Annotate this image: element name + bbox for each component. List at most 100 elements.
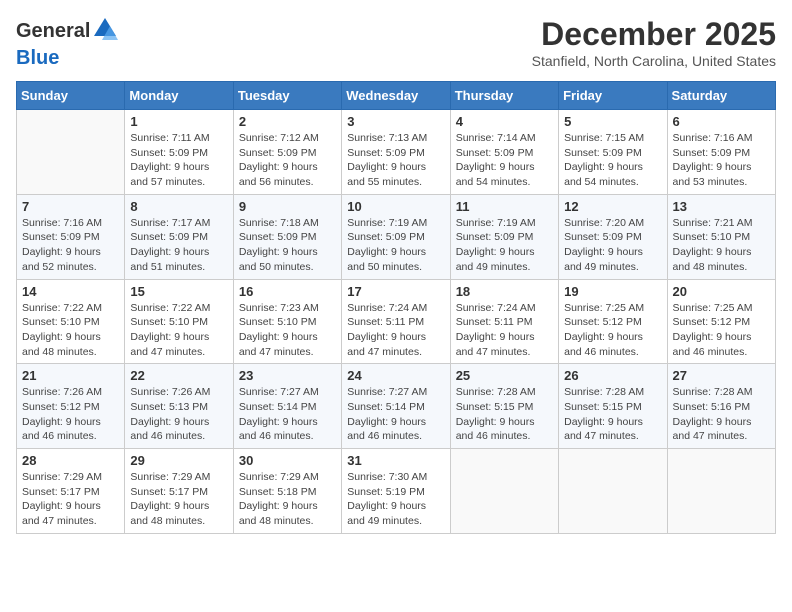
month-title: December 2025 (532, 16, 776, 53)
day-info: Sunrise: 7:23 AM Sunset: 5:10 PM Dayligh… (239, 301, 336, 360)
calendar-week-row: 28 Sunrise: 7:29 AM Sunset: 5:17 PM Dayli… (17, 449, 776, 534)
day-info: Sunrise: 7:18 AM Sunset: 5:09 PM Dayligh… (239, 216, 336, 275)
day-number: 5 (564, 114, 661, 129)
day-info: Sunrise: 7:29 AM Sunset: 5:18 PM Dayligh… (239, 470, 336, 529)
day-number: 11 (456, 199, 553, 214)
day-info: Sunrise: 7:22 AM Sunset: 5:10 PM Dayligh… (130, 301, 227, 360)
day-info: Sunrise: 7:15 AM Sunset: 5:09 PM Dayligh… (564, 131, 661, 190)
calendar-cell: 13 Sunrise: 7:21 AM Sunset: 5:10 PM Dayli… (667, 194, 775, 279)
title-block: December 2025 Stanfield, North Carolina,… (532, 16, 776, 69)
day-number: 22 (130, 368, 227, 383)
day-info: Sunrise: 7:19 AM Sunset: 5:09 PM Dayligh… (456, 216, 553, 275)
calendar-cell: 1Sunrise: 7:11 AM Sunset: 5:09 PM Daylig… (125, 110, 233, 195)
day-info: Sunrise: 7:28 AM Sunset: 5:15 PM Dayligh… (564, 385, 661, 444)
day-number: 20 (673, 284, 770, 299)
day-info: Sunrise: 7:24 AM Sunset: 5:11 PM Dayligh… (347, 301, 444, 360)
page-header: General Blue December 2025 Stanfield, No… (16, 16, 776, 69)
day-number: 25 (456, 368, 553, 383)
weekday-header: Friday (559, 82, 667, 110)
day-info: Sunrise: 7:25 AM Sunset: 5:12 PM Dayligh… (564, 301, 661, 360)
location: Stanfield, North Carolina, United States (532, 53, 776, 69)
day-number: 7 (22, 199, 119, 214)
logo-icon (92, 16, 118, 42)
calendar-cell: 19 Sunrise: 7:25 AM Sunset: 5:12 PM Dayli… (559, 279, 667, 364)
day-number: 16 (239, 284, 336, 299)
calendar-cell: 21Sunrise: 7:26 AM Sunset: 5:12 PM Dayli… (17, 364, 125, 449)
calendar-cell: 23 Sunrise: 7:27 AM Sunset: 5:14 PM Dayli… (233, 364, 341, 449)
calendar-cell: 10 Sunrise: 7:19 AM Sunset: 5:09 PM Dayli… (342, 194, 450, 279)
day-info: Sunrise: 7:28 AM Sunset: 5:16 PM Dayligh… (673, 385, 770, 444)
day-number: 30 (239, 453, 336, 468)
day-number: 23 (239, 368, 336, 383)
day-number: 4 (456, 114, 553, 129)
calendar-cell (559, 449, 667, 534)
calendar-cell: 26 Sunrise: 7:28 AM Sunset: 5:15 PM Dayli… (559, 364, 667, 449)
calendar-cell: 14Sunrise: 7:22 AM Sunset: 5:10 PM Dayli… (17, 279, 125, 364)
calendar-cell: 6 Sunrise: 7:16 AM Sunset: 5:09 PM Daylig… (667, 110, 775, 195)
calendar-cell: 8Sunrise: 7:17 AM Sunset: 5:09 PM Daylig… (125, 194, 233, 279)
day-info: Sunrise: 7:26 AM Sunset: 5:13 PM Dayligh… (130, 385, 227, 444)
day-number: 12 (564, 199, 661, 214)
day-number: 19 (564, 284, 661, 299)
weekday-header: Sunday (17, 82, 125, 110)
day-number: 14 (22, 284, 119, 299)
logo-general: General (16, 20, 90, 42)
logo: General Blue (16, 16, 118, 69)
day-number: 17 (347, 284, 444, 299)
day-info: Sunrise: 7:27 AM Sunset: 5:14 PM Dayligh… (347, 385, 444, 444)
day-info: Sunrise: 7:27 AM Sunset: 5:14 PM Dayligh… (239, 385, 336, 444)
weekday-header: Wednesday (342, 82, 450, 110)
calendar-cell: 2Sunrise: 7:12 AM Sunset: 5:09 PM Daylig… (233, 110, 341, 195)
calendar-cell: 27 Sunrise: 7:28 AM Sunset: 5:16 PM Dayli… (667, 364, 775, 449)
calendar-cell: 17 Sunrise: 7:24 AM Sunset: 5:11 PM Dayli… (342, 279, 450, 364)
day-number: 31 (347, 453, 444, 468)
calendar-cell (17, 110, 125, 195)
calendar-cell: 28 Sunrise: 7:29 AM Sunset: 5:17 PM Dayli… (17, 449, 125, 534)
day-number: 28 (22, 453, 119, 468)
calendar-cell: 29 Sunrise: 7:29 AM Sunset: 5:17 PM Dayli… (125, 449, 233, 534)
day-number: 9 (239, 199, 336, 214)
day-info: Sunrise: 7:11 AM Sunset: 5:09 PM Dayligh… (130, 131, 227, 190)
logo-blue: Blue (16, 47, 59, 69)
calendar-cell: 12Sunrise: 7:20 AM Sunset: 5:09 PM Dayli… (559, 194, 667, 279)
day-number: 26 (564, 368, 661, 383)
weekday-header: Tuesday (233, 82, 341, 110)
calendar-cell: 24 Sunrise: 7:27 AM Sunset: 5:14 PM Dayli… (342, 364, 450, 449)
calendar-cell: 11 Sunrise: 7:19 AM Sunset: 5:09 PM Dayli… (450, 194, 558, 279)
day-number: 10 (347, 199, 444, 214)
day-number: 27 (673, 368, 770, 383)
weekday-header: Monday (125, 82, 233, 110)
calendar-cell: 16 Sunrise: 7:23 AM Sunset: 5:10 PM Dayli… (233, 279, 341, 364)
day-info: Sunrise: 7:29 AM Sunset: 5:17 PM Dayligh… (130, 470, 227, 529)
day-info: Sunrise: 7:28 AM Sunset: 5:15 PM Dayligh… (456, 385, 553, 444)
calendar-week-row: 14 Sunrise: 7:22 AM Sunset: 5:10 PM Dayli… (17, 279, 776, 364)
calendar-cell: 4 Sunrise: 7:14 AM Sunset: 5:09 PM Daylig… (450, 110, 558, 195)
weekday-header: Thursday (450, 82, 558, 110)
day-number: 8 (130, 199, 227, 214)
day-info: Sunrise: 7:13 AM Sunset: 5:09 PM Dayligh… (347, 131, 444, 190)
calendar-cell: 18 Sunrise: 7:24 AM Sunset: 5:11 PM Dayli… (450, 279, 558, 364)
day-info: Sunrise: 7:12 AM Sunset: 5:09 PM Dayligh… (239, 131, 336, 190)
day-info: Sunrise: 7:30 AM Sunset: 5:19 PM Dayligh… (347, 470, 444, 529)
day-number: 24 (347, 368, 444, 383)
day-number: 29 (130, 453, 227, 468)
calendar-week-row: 7Sunrise: 7:16 AM Sunset: 5:09 PM Daylig… (17, 194, 776, 279)
day-number: 6 (673, 114, 770, 129)
day-info: Sunrise: 7:21 AM Sunset: 5:10 PM Dayligh… (673, 216, 770, 275)
calendar-cell: 30 Sunrise: 7:29 AM Sunset: 5:18 PM Dayli… (233, 449, 341, 534)
calendar-cell: 22 Sunrise: 7:26 AM Sunset: 5:13 PM Dayli… (125, 364, 233, 449)
day-info: Sunrise: 7:16 AM Sunset: 5:09 PM Dayligh… (673, 131, 770, 190)
calendar-cell: 25 Sunrise: 7:28 AM Sunset: 5:15 PM Dayli… (450, 364, 558, 449)
calendar-cell (450, 449, 558, 534)
day-number: 13 (673, 199, 770, 214)
day-number: 18 (456, 284, 553, 299)
calendar-week-row: 21Sunrise: 7:26 AM Sunset: 5:12 PM Dayli… (17, 364, 776, 449)
day-info: Sunrise: 7:26 AM Sunset: 5:12 PM Dayligh… (22, 385, 119, 444)
day-info: Sunrise: 7:24 AM Sunset: 5:11 PM Dayligh… (456, 301, 553, 360)
calendar-cell: 20Sunrise: 7:25 AM Sunset: 5:12 PM Dayli… (667, 279, 775, 364)
day-info: Sunrise: 7:19 AM Sunset: 5:09 PM Dayligh… (347, 216, 444, 275)
calendar-cell: 3Sunrise: 7:13 AM Sunset: 5:09 PM Daylig… (342, 110, 450, 195)
calendar-cell: 9 Sunrise: 7:18 AM Sunset: 5:09 PM Daylig… (233, 194, 341, 279)
day-info: Sunrise: 7:29 AM Sunset: 5:17 PM Dayligh… (22, 470, 119, 529)
day-info: Sunrise: 7:14 AM Sunset: 5:09 PM Dayligh… (456, 131, 553, 190)
